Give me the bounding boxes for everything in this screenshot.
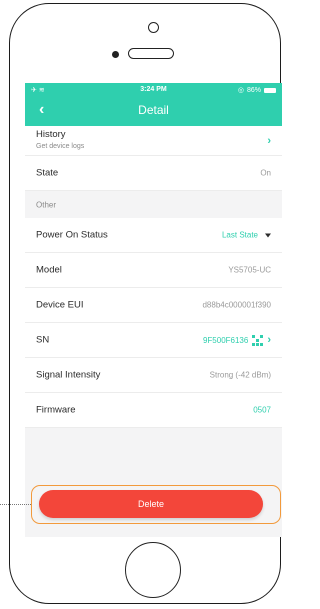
sn-value[interactable]: 9F500F6136 ›: [203, 334, 271, 346]
state-row: State On: [25, 156, 282, 191]
model-value: YS5705-UC: [228, 265, 271, 275]
speaker-icon: [128, 48, 174, 59]
section-other: Other: [25, 191, 282, 218]
battery-percent: 86%: [246, 86, 261, 94]
firmware-value[interactable]: 0507: [253, 406, 271, 415]
history-sub: Get device logs: [36, 143, 85, 150]
camera-icon: [148, 22, 159, 33]
screen: ✈ ≋ 3:24 PM ◎ 86% ‹ Detail History Get d…: [25, 83, 282, 537]
power-on-status-text: Last State: [221, 230, 258, 240]
history-chevron: ›: [267, 135, 271, 147]
history-label: History: [36, 129, 66, 140]
status-bar: ✈ ≋ 3:24 PM ◎ 86%: [25, 86, 282, 96]
page-title: Detail: [138, 103, 169, 117]
status-right: ◎ 86%: [238, 86, 276, 94]
battery-icon: [264, 87, 276, 93]
callout-line: [0, 504, 31, 505]
section-other-label: Other: [36, 200, 57, 209]
firmware-label: Firmware: [36, 404, 76, 416]
model-row: Model YS5705-UC: [25, 253, 282, 288]
sn-text: 9F500F6136: [202, 335, 249, 345]
chevron-right-icon: ›: [267, 334, 271, 346]
home-button[interactable]: [125, 542, 181, 598]
caret-down-icon: [265, 233, 271, 237]
signal-row: Signal Intensity Strong (-42 dBm): [25, 358, 282, 393]
detail-list: History Get device logs › State On Other…: [25, 126, 282, 428]
model-label: Model: [36, 264, 62, 276]
alarm-icon: ◎: [237, 87, 244, 94]
delete-button[interactable]: Delete: [39, 490, 263, 518]
power-on-status-label: Power On Status: [36, 229, 108, 241]
history-row[interactable]: History Get device logs ›: [25, 126, 282, 156]
power-on-status-row[interactable]: Power On Status Last State: [25, 218, 282, 253]
state-value: On: [260, 168, 271, 178]
nav-bar: ‹ Detail: [25, 101, 282, 121]
qr-code-icon: [252, 334, 264, 346]
device-eui-row: Device EUI d88b4c000001f390: [25, 288, 282, 323]
sensor-icon: [112, 51, 119, 58]
chevron-right-icon: ›: [267, 134, 271, 147]
top-bar: ✈ ≋ 3:24 PM ◎ 86% ‹ Detail: [25, 83, 282, 126]
device-eui-value: d88b4c000001f390: [202, 300, 271, 310]
signal-label: Signal Intensity: [36, 369, 101, 381]
sn-row[interactable]: SN 9F500F6136 ›: [25, 323, 282, 358]
stage: ✈ ≋ 3:24 PM ◎ 86% ‹ Detail History Get d…: [0, 0, 287, 609]
power-on-status-value[interactable]: Last State: [222, 231, 271, 240]
signal-value: Strong (-42 dBm): [209, 370, 271, 380]
state-label: State: [36, 167, 59, 179]
sn-label: SN: [36, 334, 50, 346]
firmware-row[interactable]: Firmware 0507: [25, 393, 282, 428]
device-eui-label: Device EUI: [36, 299, 84, 311]
